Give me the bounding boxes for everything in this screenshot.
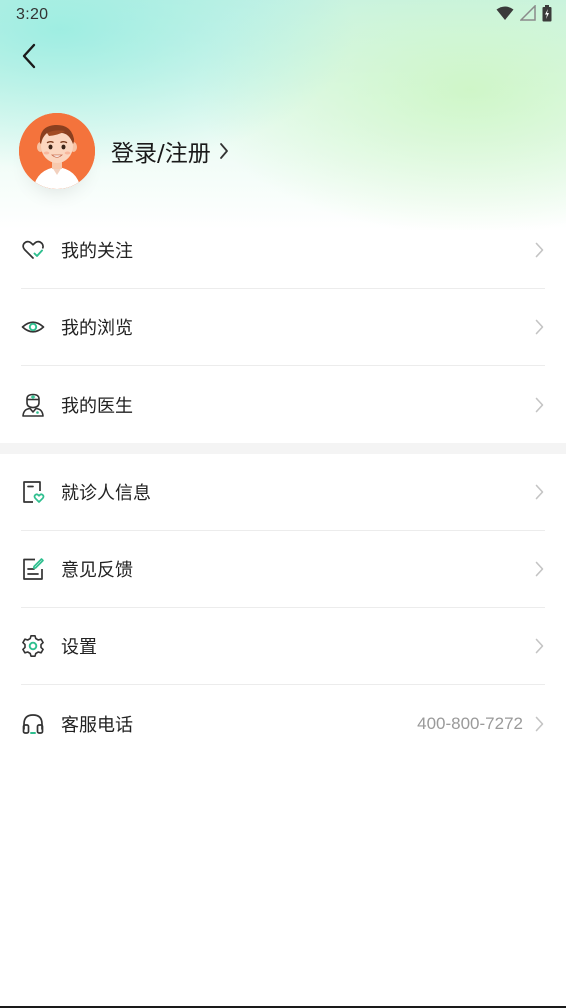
menu-item-label: 设置 bbox=[61, 637, 97, 658]
section-divider bbox=[0, 443, 566, 454]
eye-icon bbox=[21, 315, 45, 339]
patient-info-icon bbox=[21, 480, 45, 504]
avatar[interactable] bbox=[19, 113, 95, 189]
login-register-label: 登录/注册 bbox=[111, 141, 211, 167]
status-time: 3:20 bbox=[16, 6, 49, 23]
default-avatar-icon bbox=[19, 113, 95, 189]
cellular-signal-icon bbox=[519, 4, 536, 25]
profile-header: 登录/注册 bbox=[19, 112, 229, 190]
battery-icon bbox=[542, 4, 552, 26]
chevron-left-icon bbox=[21, 43, 37, 73]
menu-item-my-follows[interactable]: 我的关注 bbox=[21, 212, 545, 289]
menu-item-label: 我的医生 bbox=[61, 395, 133, 417]
menu-group-services: 就诊人信息 意见反馈 设置 客服电话 400-800-7272 bbox=[0, 454, 566, 762]
wifi-icon bbox=[496, 6, 514, 25]
heart-icon bbox=[21, 238, 45, 262]
menu-group-personal: 我的关注 我的浏览 我的医生 bbox=[0, 212, 566, 443]
chevron-right-icon bbox=[533, 483, 545, 501]
menu-item-label: 我的关注 bbox=[61, 241, 133, 262]
status-bar: 3:20 bbox=[0, 0, 566, 30]
back-button[interactable] bbox=[14, 40, 44, 76]
chevron-right-icon bbox=[533, 318, 545, 336]
menu-item-label: 意见反馈 bbox=[61, 560, 133, 581]
doctor-icon bbox=[21, 393, 45, 417]
chevron-right-icon bbox=[533, 396, 545, 414]
menu-item-label: 客服电话 bbox=[61, 714, 133, 736]
menu-item-settings[interactable]: 设置 bbox=[21, 608, 545, 685]
menu-item-patient-info[interactable]: 就诊人信息 bbox=[21, 454, 545, 531]
chevron-right-icon bbox=[533, 715, 545, 733]
gear-icon bbox=[21, 634, 45, 658]
menu-item-my-doctors[interactable]: 我的医生 bbox=[21, 366, 545, 443]
login-register-link[interactable]: 登录/注册 bbox=[111, 134, 229, 168]
menu-item-customer-service[interactable]: 客服电话 400-800-7272 bbox=[21, 685, 545, 762]
status-icons bbox=[496, 4, 552, 26]
chevron-right-icon bbox=[533, 241, 545, 259]
menu-item-feedback[interactable]: 意见反馈 bbox=[21, 531, 545, 608]
menu-item-label: 就诊人信息 bbox=[61, 483, 151, 504]
chevron-right-icon bbox=[533, 560, 545, 578]
menu-item-my-browsing[interactable]: 我的浏览 bbox=[21, 289, 545, 366]
menu-item-label: 我的浏览 bbox=[61, 318, 133, 339]
customer-service-phone: 400-800-7272 bbox=[417, 713, 523, 733]
feedback-icon bbox=[21, 557, 45, 581]
headset-icon bbox=[21, 712, 45, 736]
chevron-right-icon bbox=[533, 637, 545, 655]
chevron-right-icon bbox=[219, 142, 229, 160]
